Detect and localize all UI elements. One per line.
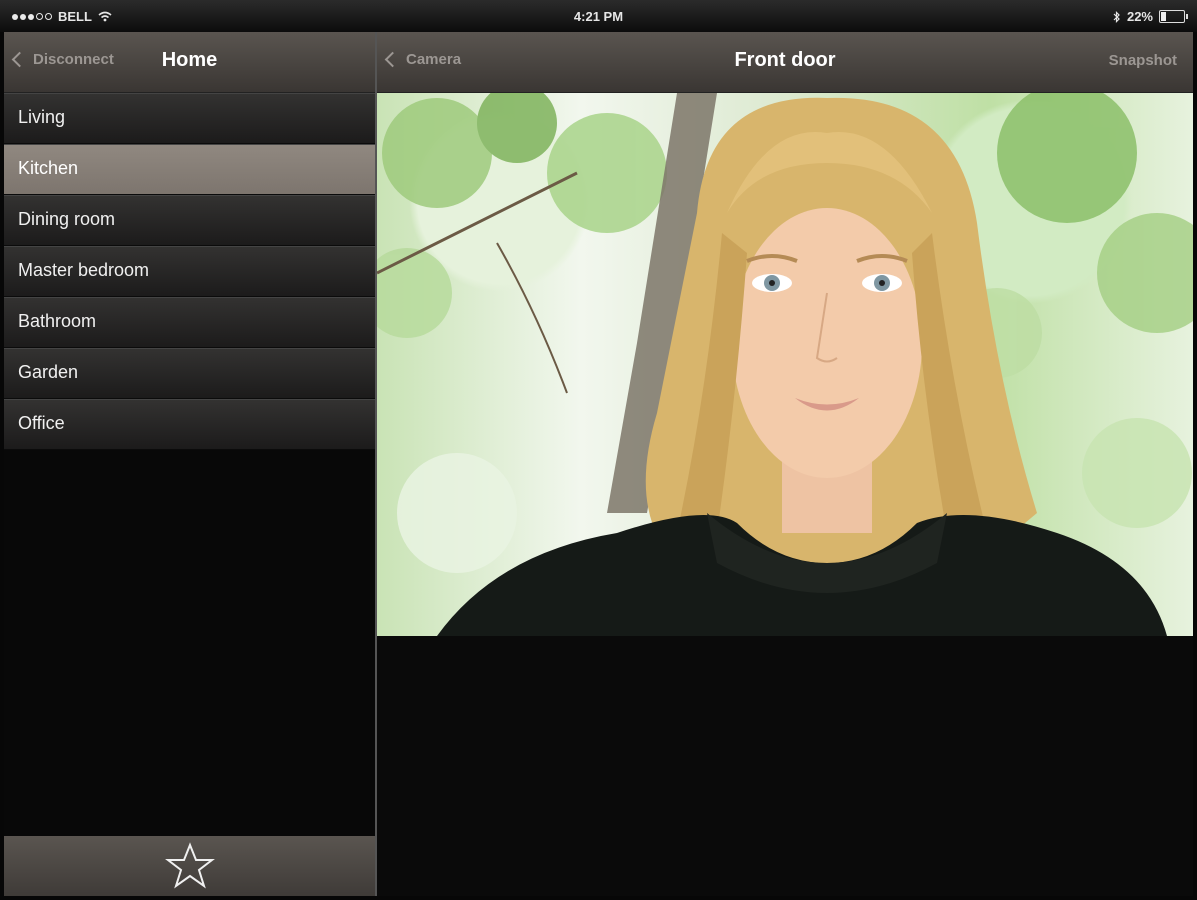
camera-title: Front door [734, 49, 836, 71]
snapshot-button[interactable]: Snapshot [1109, 52, 1177, 69]
sidebar-toolbar [4, 836, 375, 896]
sidebar-navbar: Disconnect Home [4, 32, 375, 93]
room-label: Office [18, 413, 65, 433]
room-item-living[interactable]: Living [4, 93, 375, 144]
room-label: Garden [18, 362, 79, 382]
status-bar: BELL 4:21 PM 22% [0, 0, 1197, 32]
star-icon[interactable] [164, 842, 215, 890]
camera-feed-photo [377, 93, 1193, 636]
camera-navbar: Camera Front door Snapshot [377, 32, 1193, 93]
room-label: Bathroom [18, 311, 97, 331]
room-item-master-bedroom[interactable]: Master bedroom [4, 246, 375, 297]
sidebar: Disconnect Home Living Kitchen Dining ro… [4, 32, 375, 896]
room-label: Kitchen [18, 158, 79, 178]
room-item-dining-room[interactable]: Dining room [4, 195, 375, 246]
battery-icon [1159, 10, 1188, 23]
status-time: 4:21 PM [573, 9, 624, 24]
room-label: Master bedroom [18, 260, 150, 280]
battery-percent: 22% [1126, 9, 1153, 24]
bluetooth-icon [1113, 10, 1120, 23]
room-item-bathroom[interactable]: Bathroom [4, 297, 375, 348]
room-list: Living Kitchen Dining room Master bedroo… [4, 93, 375, 450]
camera-pane: Camera Front door Snapshot [377, 32, 1193, 896]
sidebar-title: Home [161, 49, 218, 71]
room-item-kitchen[interactable]: Kitchen [4, 144, 375, 195]
status-right: 22% [1113, 9, 1188, 24]
room-item-garden[interactable]: Garden [4, 348, 375, 399]
camera-feed-image [377, 93, 1193, 636]
room-label: Living [18, 107, 66, 127]
room-item-office[interactable]: Office [4, 399, 375, 450]
ipad-screen: BELL 4:21 PM 22% Disconnect Home Living … [0, 0, 1197, 900]
room-label: Dining room [18, 209, 116, 229]
